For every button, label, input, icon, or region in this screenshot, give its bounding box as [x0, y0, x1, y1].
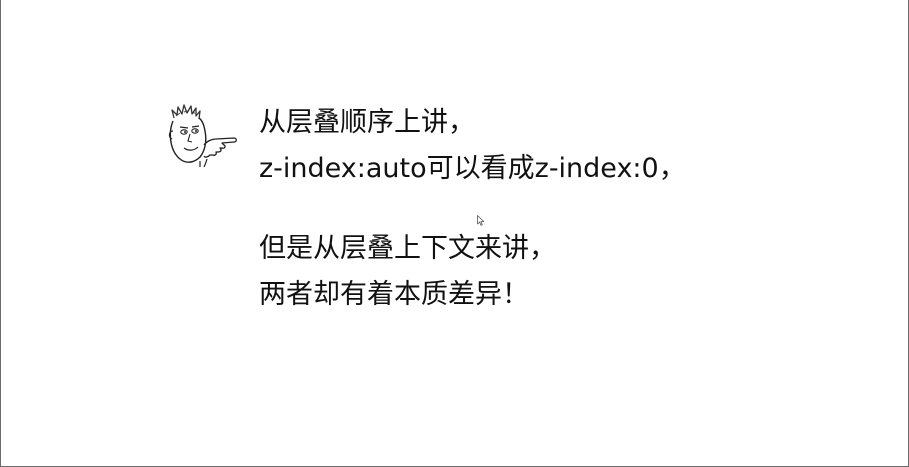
slide-line-4: 两者却有着本质差异！: [259, 279, 529, 310]
pointing-face-avatar: [168, 104, 237, 167]
slide-text-block: 从层叠顺序上讲， z-index:auto可以看成z-index:0， 但是从层…: [259, 100, 686, 318]
slide-line-1: 从层叠顺序上讲，: [259, 107, 475, 138]
slide-line-2: z-index:auto可以看成z-index:0，: [259, 153, 686, 184]
slide-line-3: 但是从层叠上下文来讲，: [259, 233, 556, 264]
mouse-pointer-icon: [477, 215, 485, 226]
slide-frame: 从层叠顺序上讲， z-index:auto可以看成z-index:0， 但是从层…: [0, 0, 909, 467]
